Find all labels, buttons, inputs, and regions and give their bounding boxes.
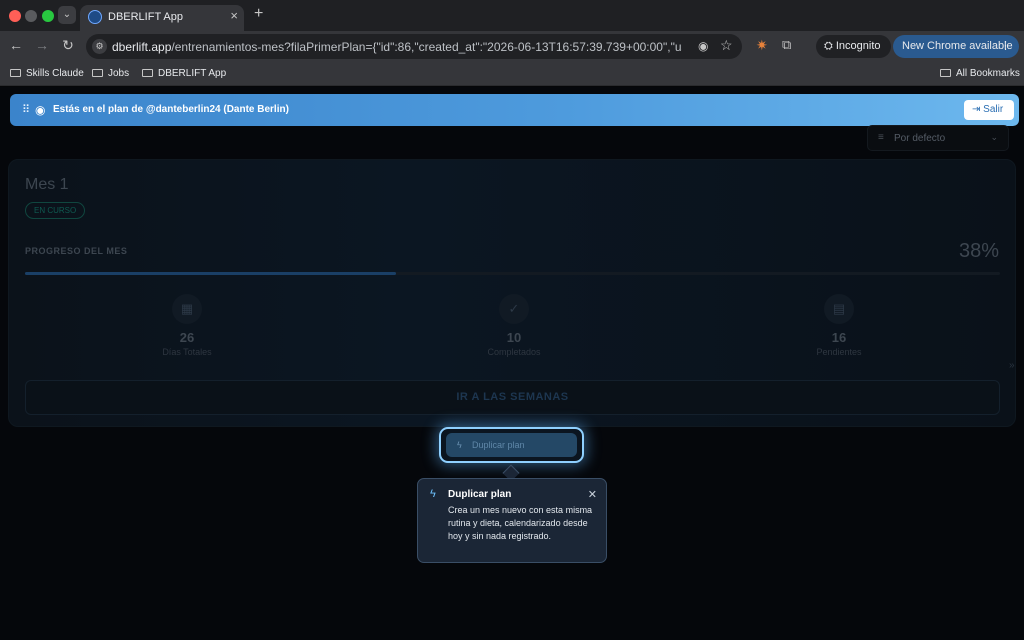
new-chrome-available-button[interactable]: New Chrome available ⋮ bbox=[893, 35, 1019, 58]
duplicate-plan-tooltip: ϟ Duplicar plan ✕ Crea un mes nuevo con … bbox=[417, 478, 607, 563]
url-text[interactable]: dberlift.app/entrenamientos-mes?filaPrim… bbox=[112, 40, 682, 54]
sort-select[interactable]: ≡ Por defecto ⌄ bbox=[867, 125, 1009, 151]
bookmark-jobs[interactable]: Jobs bbox=[92, 68, 129, 79]
bolt-icon: ϟ bbox=[457, 440, 462, 450]
eye-icon: ◉ bbox=[35, 103, 46, 117]
month-title: Mes 1 bbox=[25, 176, 69, 193]
bolt-icon: ϟ bbox=[430, 488, 436, 500]
chevron-down-icon: ⌄ bbox=[990, 132, 998, 142]
progress-bar-fill bbox=[25, 272, 396, 275]
app-favicon-icon bbox=[88, 10, 102, 24]
calendar-icon: ▦ bbox=[172, 294, 202, 324]
stat-value: 26 bbox=[179, 330, 195, 345]
bookmark-dberlift-app[interactable]: DBERLIFT App bbox=[142, 68, 226, 79]
back-button[interactable]: ← bbox=[7, 37, 25, 53]
browser-tab-bar: ⌄ DBERLIFT App × + bbox=[0, 0, 1024, 31]
sort-icon: ≡ bbox=[878, 132, 884, 143]
duplicate-plan-highlight: ϟ Duplicar plan bbox=[439, 427, 584, 463]
go-to-weeks-button[interactable]: IR A LAS SEMANAS bbox=[25, 380, 1000, 415]
incognito-icon: ⛭ bbox=[824, 40, 836, 52]
stat-label: Pendientes bbox=[816, 347, 862, 357]
chevron-right-icon[interactable]: » bbox=[1009, 360, 1015, 371]
bookmark-star-icon[interactable]: ☆ bbox=[720, 37, 733, 54]
stat-total-days: ▦ 26 Días Totales bbox=[107, 294, 267, 357]
exit-plan-button[interactable]: ⇥ Salir bbox=[964, 100, 1014, 120]
status-badge: EN CURSO bbox=[25, 202, 86, 219]
incognito-indicator[interactable]: ⛭ Incognito bbox=[816, 35, 891, 58]
bookmark-skills-claude[interactable]: Skills Claude bbox=[10, 68, 84, 79]
clipboard-icon: ▤ bbox=[824, 294, 854, 324]
extensions-puzzle-icon[interactable]: ⧉ bbox=[782, 37, 791, 53]
reload-button[interactable]: ↻ bbox=[59, 37, 77, 54]
stat-value: 16 bbox=[831, 330, 847, 345]
page-content: ⠿ ◉ Estás en el plan de @danteberlin24 (… bbox=[0, 87, 1024, 640]
minimize-window-button[interactable] bbox=[25, 10, 37, 22]
tab-title: DBERLIFT App bbox=[108, 11, 183, 23]
extension-icon[interactable]: ✷ bbox=[756, 37, 768, 54]
folder-icon bbox=[92, 69, 103, 77]
close-icon[interactable]: ✕ bbox=[588, 488, 597, 501]
sort-value: Por defecto bbox=[894, 133, 946, 144]
more-menu-icon[interactable]: ⋮ bbox=[1000, 35, 1011, 58]
new-tab-button[interactable]: + bbox=[254, 5, 263, 23]
stat-label: Completados bbox=[487, 347, 541, 357]
tab-close-icon[interactable]: × bbox=[230, 8, 238, 23]
drag-handle-icon[interactable]: ⠿ bbox=[22, 103, 30, 116]
tab-search-button[interactable]: ⌄ bbox=[58, 6, 76, 24]
stat-label: Días Totales bbox=[162, 347, 212, 357]
maximize-window-button[interactable] bbox=[42, 10, 54, 22]
site-info-icon[interactable]: ⚙ bbox=[92, 39, 107, 54]
banner-text: Estás en el plan de @danteberlin24 (Dant… bbox=[53, 104, 289, 115]
forward-button[interactable]: → bbox=[33, 37, 51, 53]
progress-label: PROGRESO DEL MES bbox=[25, 246, 128, 256]
month-card: Mes 1 EN CURSO PROGRESO DEL MES 38% ▦ 26… bbox=[8, 159, 1016, 427]
eye-off-icon[interactable]: ◉ bbox=[698, 39, 708, 53]
folder-icon bbox=[10, 69, 21, 77]
stat-value: 10 bbox=[506, 330, 522, 345]
viewing-plan-banner: ⠿ ◉ Estás en el plan de @danteberlin24 (… bbox=[10, 94, 1019, 126]
stat-pending: ▤ 16 Pendientes bbox=[759, 294, 919, 357]
browser-tab[interactable]: DBERLIFT App × bbox=[80, 5, 244, 31]
browser-toolbar: ← → ↻ ⚙ dberlift.app/entrenamientos-mes?… bbox=[0, 31, 1024, 62]
bookmarks-bar: Skills Claude Jobs DBERLIFT App All Book… bbox=[0, 62, 1024, 86]
stat-completed: ✓ 10 Completados bbox=[434, 294, 594, 357]
all-bookmarks[interactable]: All Bookmarks bbox=[940, 68, 1020, 79]
folder-icon bbox=[940, 69, 951, 77]
progress-bar bbox=[25, 272, 1000, 275]
close-window-button[interactable] bbox=[9, 10, 21, 22]
tooltip-body: Crea un mes nuevo con esta misma rutina … bbox=[448, 505, 593, 541]
address-bar[interactable]: ⚙ dberlift.app/entrenamientos-mes?filaPr… bbox=[86, 34, 742, 59]
duplicate-plan-button[interactable]: ϟ Duplicar plan bbox=[446, 433, 577, 457]
tooltip-title: Duplicar plan bbox=[448, 489, 512, 500]
folder-icon bbox=[142, 69, 153, 77]
check-icon: ✓ bbox=[499, 294, 529, 324]
progress-percent: 38% bbox=[958, 240, 999, 262]
logout-icon: ⇥ bbox=[972, 104, 984, 115]
